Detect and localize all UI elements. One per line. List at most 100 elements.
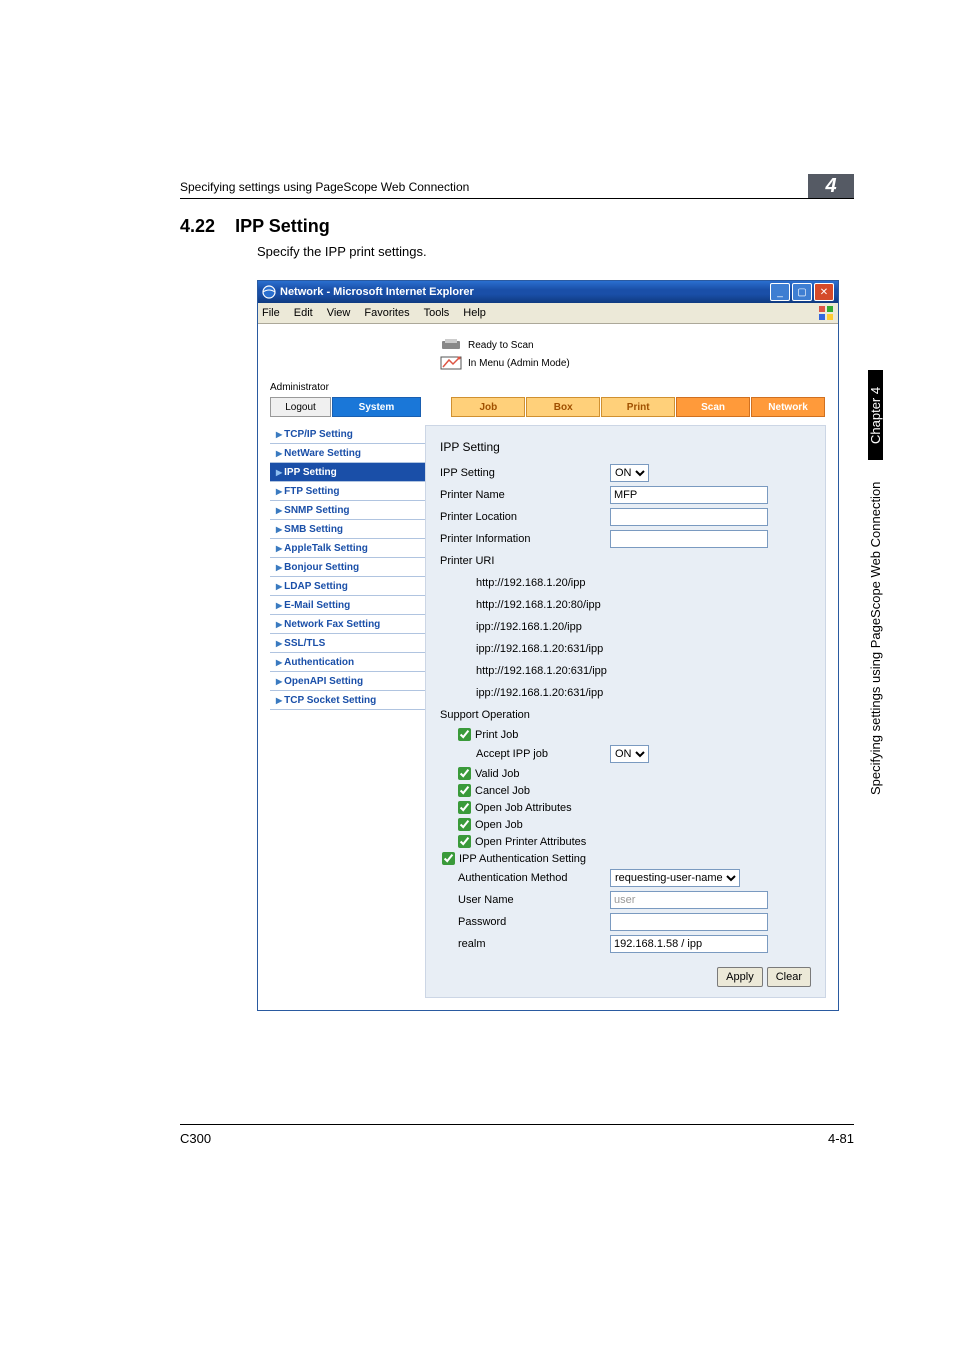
printer-info-label: Printer Information bbox=[440, 533, 610, 545]
ipp-auth-checkbox[interactable] bbox=[442, 852, 455, 865]
tab-print[interactable]: Print bbox=[601, 397, 675, 417]
window-titlebar[interactable]: Network - Microsoft Internet Explorer _ … bbox=[258, 281, 838, 303]
sidebar-item-label: IPP Setting bbox=[284, 467, 337, 478]
triangle-icon: ▶ bbox=[276, 468, 282, 477]
password-label: Password bbox=[440, 916, 610, 928]
browser-window: Network - Microsoft Internet Explorer _ … bbox=[257, 280, 839, 1011]
printer-location-label: Printer Location bbox=[440, 511, 610, 523]
windows-flag-icon bbox=[818, 305, 834, 321]
printer-location-input[interactable] bbox=[610, 508, 768, 526]
tab-system[interactable]: System bbox=[332, 397, 421, 417]
close-button[interactable]: ✕ bbox=[814, 283, 834, 301]
page-header: Specifying settings using PageScope Web … bbox=[180, 174, 854, 199]
maximize-button[interactable]: ▢ bbox=[792, 283, 812, 301]
sidebar-item-label: E-Mail Setting bbox=[284, 600, 350, 611]
admin-label: Administrator bbox=[270, 382, 826, 393]
triangle-icon: ▶ bbox=[276, 525, 282, 534]
open-printer-attr-checkbox[interactable] bbox=[458, 835, 471, 848]
printer-uri-value: ipp://192.168.1.20/ipp bbox=[440, 621, 582, 633]
password-input[interactable] bbox=[610, 913, 768, 931]
user-name-input[interactable] bbox=[610, 891, 768, 909]
logout-button[interactable]: Logout bbox=[270, 397, 331, 417]
sidebar-item-label: NetWare Setting bbox=[284, 448, 361, 459]
auth-method-select[interactable]: requesting-user-name bbox=[610, 869, 740, 887]
sidebar-item-network-fax-setting[interactable]: ▶Network Fax Setting bbox=[270, 615, 425, 634]
menu-edit[interactable]: Edit bbox=[294, 307, 313, 319]
sidebar-nav: ▶TCP/IP Setting▶NetWare Setting▶IPP Sett… bbox=[270, 425, 425, 998]
sidebar-item-ipp-setting[interactable]: ▶IPP Setting bbox=[270, 463, 425, 482]
triangle-icon: ▶ bbox=[276, 430, 282, 439]
printer-uri-value: http://192.168.1.20:80/ipp bbox=[440, 599, 601, 611]
printer-status-icon bbox=[440, 338, 462, 352]
mode-tabs: Logout System Job Box Print Scan Network bbox=[270, 397, 826, 417]
accept-ipp-label: Accept IPP job bbox=[440, 748, 610, 760]
menu-tools[interactable]: Tools bbox=[424, 307, 450, 319]
cancel-job-checkbox[interactable] bbox=[458, 784, 471, 797]
clear-button[interactable]: Clear bbox=[767, 967, 811, 987]
sidebar-item-snmp-setting[interactable]: ▶SNMP Setting bbox=[270, 501, 425, 520]
open-job-attr-label: Open Job Attributes bbox=[475, 802, 572, 814]
menu-help[interactable]: Help bbox=[463, 307, 486, 319]
sidebar-item-smb-setting[interactable]: ▶SMB Setting bbox=[270, 520, 425, 539]
sidebar-item-label: TCP/IP Setting bbox=[284, 429, 353, 440]
open-job-attr-checkbox[interactable] bbox=[458, 801, 471, 814]
apply-button[interactable]: Apply bbox=[717, 967, 763, 987]
ipp-setting-select[interactable]: ON bbox=[610, 464, 649, 482]
sidebar-item-label: AppleTalk Setting bbox=[284, 543, 368, 554]
ipp-setting-label: IPP Setting bbox=[440, 467, 610, 479]
triangle-icon: ▶ bbox=[276, 582, 282, 591]
sidebar-item-openapi-setting[interactable]: ▶OpenAPI Setting bbox=[270, 672, 425, 691]
sidebar-item-ldap-setting[interactable]: ▶LDAP Setting bbox=[270, 577, 425, 596]
tab-scan[interactable]: Scan bbox=[676, 397, 750, 417]
sidebar-item-tcp-ip-setting[interactable]: ▶TCP/IP Setting bbox=[270, 425, 425, 444]
side-tab: Chapter 4 Specifying settings using Page… bbox=[868, 370, 892, 808]
sidebar-item-tcp-socket-setting[interactable]: ▶TCP Socket Setting bbox=[270, 691, 425, 710]
triangle-icon: ▶ bbox=[276, 620, 282, 629]
sidebar-item-ftp-setting[interactable]: ▶FTP Setting bbox=[270, 482, 425, 501]
minimize-button[interactable]: _ bbox=[770, 283, 790, 301]
printer-uri-label: Printer URI bbox=[440, 555, 610, 567]
sidebar-item-label: SNMP Setting bbox=[284, 505, 349, 516]
sidebar-item-netware-setting[interactable]: ▶NetWare Setting bbox=[270, 444, 425, 463]
printer-uri-value: http://192.168.1.20/ipp bbox=[440, 577, 585, 589]
sidebar-item-appletalk-setting[interactable]: ▶AppleTalk Setting bbox=[270, 539, 425, 558]
sidebar-item-ssl-tls[interactable]: ▶SSL/TLS bbox=[270, 634, 425, 653]
tab-job[interactable]: Job bbox=[451, 397, 525, 417]
ie-icon bbox=[262, 285, 276, 299]
triangle-icon: ▶ bbox=[276, 658, 282, 667]
sidebar-item-e-mail-setting[interactable]: ▶E-Mail Setting bbox=[270, 596, 425, 615]
sidebar-item-label: FTP Setting bbox=[284, 486, 339, 497]
sidebar-item-label: TCP Socket Setting bbox=[284, 695, 376, 706]
triangle-icon: ▶ bbox=[276, 696, 282, 705]
valid-job-checkbox[interactable] bbox=[458, 767, 471, 780]
realm-input[interactable] bbox=[610, 935, 768, 953]
sidebar-item-authentication[interactable]: ▶Authentication bbox=[270, 653, 425, 672]
menu-view[interactable]: View bbox=[327, 307, 351, 319]
open-job-label: Open Job bbox=[475, 819, 523, 831]
sidebar-item-bonjour-setting[interactable]: ▶Bonjour Setting bbox=[270, 558, 425, 577]
printer-name-input[interactable] bbox=[610, 486, 768, 504]
print-job-checkbox[interactable] bbox=[458, 728, 471, 741]
heading-text: IPP Setting bbox=[235, 216, 330, 236]
valid-job-label: Valid Job bbox=[475, 768, 519, 780]
triangle-icon: ▶ bbox=[276, 601, 282, 610]
tab-box[interactable]: Box bbox=[526, 397, 600, 417]
accept-ipp-select[interactable]: ON bbox=[610, 745, 649, 763]
sidebar-item-label: Authentication bbox=[284, 657, 354, 668]
settings-panel: IPP Setting IPP Setting ON Printer Name bbox=[425, 425, 826, 998]
menu-file[interactable]: File bbox=[262, 307, 280, 319]
sidebar-item-label: OpenAPI Setting bbox=[284, 676, 363, 687]
printer-uri-value: ipp://192.168.1.20:631/ipp bbox=[440, 687, 603, 699]
printer-uri-value: http://192.168.1.20:631/ipp bbox=[440, 665, 607, 677]
printer-info-input[interactable] bbox=[610, 530, 768, 548]
open-job-checkbox[interactable] bbox=[458, 818, 471, 831]
tab-network[interactable]: Network bbox=[751, 397, 825, 417]
auth-method-label: Authentication Method bbox=[440, 872, 610, 884]
window-title: Network - Microsoft Internet Explorer bbox=[280, 286, 770, 298]
menu-favorites[interactable]: Favorites bbox=[364, 307, 409, 319]
sidebar-item-label: LDAP Setting bbox=[284, 581, 348, 592]
open-printer-attr-label: Open Printer Attributes bbox=[475, 836, 586, 848]
triangle-icon: ▶ bbox=[276, 639, 282, 648]
print-job-label: Print Job bbox=[475, 729, 518, 741]
printer-name-label: Printer Name bbox=[440, 489, 610, 501]
